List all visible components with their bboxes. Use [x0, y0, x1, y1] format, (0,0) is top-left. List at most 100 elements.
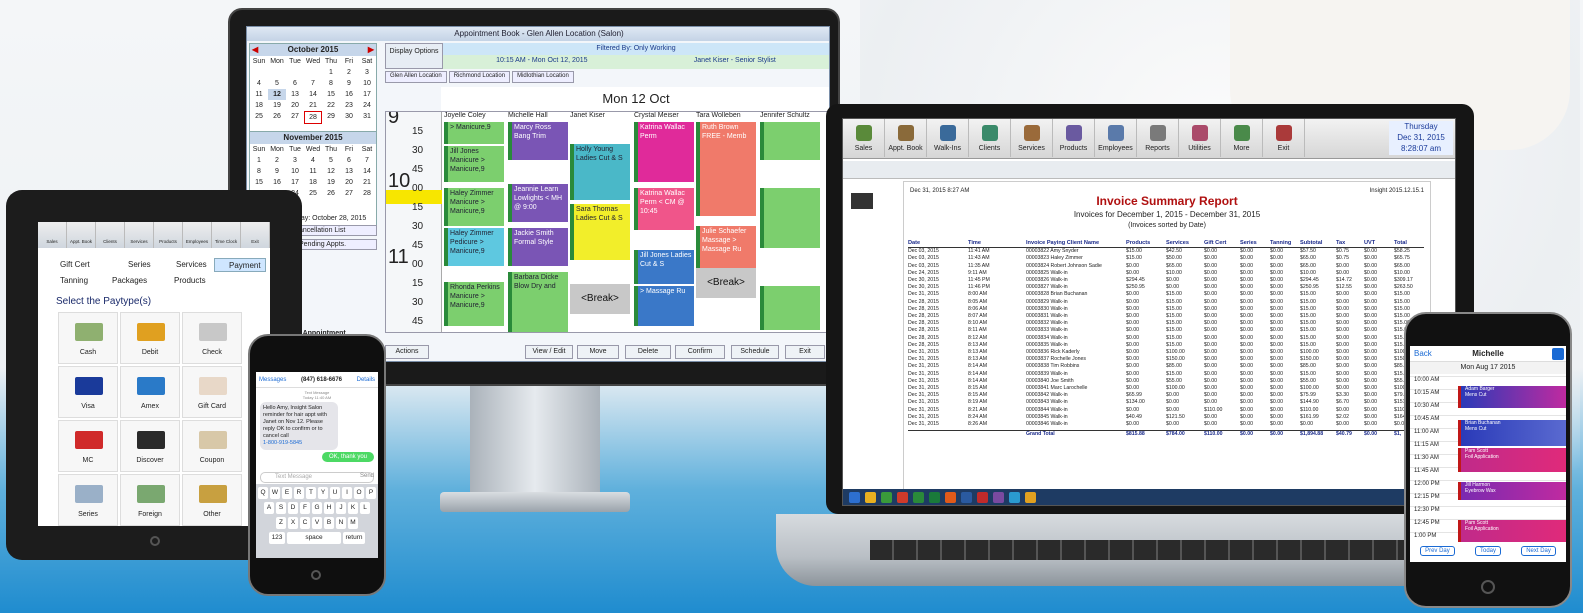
taskbar-app-icon[interactable] [1025, 492, 1036, 503]
keyboard-key[interactable]: E [282, 487, 292, 499]
toolbar-button[interactable]: Walk-Ins [927, 119, 969, 157]
calendar-day[interactable]: 14 [304, 89, 322, 100]
keyboard-key[interactable]: R [294, 487, 304, 499]
appointment-block[interactable]: Haley Zimmer Pedicure > Manicure,9 [444, 228, 504, 266]
appointment-block[interactable] [760, 286, 820, 330]
calendar-day[interactable]: 31 [358, 111, 376, 124]
appointment-block[interactable]: > Manicure,9 [444, 122, 504, 144]
appointment-block[interactable]: Katrina Wallac Perm < CM @ 10:45 [634, 188, 694, 230]
tablet-toolbar-button[interactable]: Appt. Book [67, 222, 96, 248]
appointment-block[interactable]: Jackie Smith Formal Style [508, 228, 568, 266]
keyboard-key[interactable]: Q [258, 487, 268, 499]
payment-tab[interactable]: Series [114, 258, 151, 272]
appointment-block[interactable]: > Massage Ru [634, 286, 694, 326]
calendar-day[interactable] [250, 67, 268, 78]
appointment-block[interactable]: Marcy Ross Bang Trim [508, 122, 568, 160]
keyboard-key[interactable]: Y [318, 487, 328, 499]
keyboard-key[interactable]: D [288, 502, 298, 514]
paytype-button[interactable]: Foreign [120, 474, 180, 526]
payment-tab[interactable]: Products [160, 274, 206, 288]
taskbar-app-icon[interactable] [961, 492, 972, 503]
break-block[interactable]: <Break> [570, 284, 630, 314]
location-tab[interactable]: Glen Allen Location [385, 71, 447, 83]
mobile-appointment[interactable]: Adam Barger Mens Cut [1458, 386, 1566, 408]
calendar-day[interactable]: 6 [286, 78, 304, 89]
tablet-toolbar-button[interactable]: Employees [183, 222, 212, 248]
taskbar-app-icon[interactable] [945, 492, 956, 503]
appointment-block[interactable]: Jill Jones Ladies Cut & S [634, 250, 694, 284]
keyboard-key[interactable]: B [324, 517, 334, 529]
toolbar-button[interactable]: More [1221, 119, 1263, 157]
calendar-day[interactable]: 19 [268, 100, 286, 111]
paytype-button[interactable]: Amex [120, 366, 180, 418]
calendar-day[interactable] [304, 67, 322, 78]
toolbar-button[interactable]: Utilities [1179, 119, 1221, 157]
calendar-day[interactable]: 27 [340, 188, 358, 199]
calendar-day[interactable]: 21 [304, 100, 322, 111]
keyboard-key[interactable]: G [312, 502, 322, 514]
paytype-button[interactable]: MC [58, 420, 118, 472]
toolbar-button[interactable]: Exit [1263, 119, 1305, 157]
payment-tab[interactable]: Payment [214, 258, 266, 272]
taskbar-app-icon[interactable] [1009, 492, 1020, 503]
keyboard-key[interactable]: O [354, 487, 364, 499]
keyboard-key[interactable]: C [300, 517, 310, 529]
payment-tab[interactable]: Packages [98, 274, 147, 288]
calendar-day[interactable]: 5 [322, 155, 340, 166]
paytype-button[interactable]: Series [58, 474, 118, 526]
calendar-day[interactable]: 25 [304, 188, 322, 199]
calendar-day[interactable]: 9 [340, 78, 358, 89]
calendar-day[interactable]: 3 [286, 155, 304, 166]
action-button[interactable]: Confirm [675, 345, 725, 359]
toolbar-button[interactable]: Services [1011, 119, 1053, 157]
calendar-day[interactable]: 20 [286, 100, 304, 111]
calendar-day[interactable]: 12 [322, 166, 340, 177]
calendar-day[interactable]: 29 [322, 111, 340, 124]
calendar-day[interactable]: 13 [340, 166, 358, 177]
keyboard-key[interactable]: T [306, 487, 316, 499]
calendar-day[interactable]: 4 [250, 78, 268, 89]
keyboard-key[interactable]: I [342, 487, 352, 499]
appointment-block[interactable]: Jill Jones Manicure > Manicure,9 [444, 146, 504, 182]
action-button[interactable]: Exit [785, 345, 825, 359]
calendar-day[interactable] [340, 199, 358, 210]
cancellation-list-button[interactable]: ancellation List [297, 225, 377, 236]
calendar-day[interactable]: 10 [286, 166, 304, 177]
calendar-day[interactable]: 3 [358, 67, 376, 78]
action-button[interactable]: Delete [625, 345, 671, 359]
display-options-button[interactable]: Display Options [385, 43, 443, 69]
toolbar-button[interactable]: Employees [1095, 119, 1137, 157]
day-nav-button[interactable]: Today [1474, 546, 1501, 556]
page-thumbnail[interactable] [851, 193, 873, 209]
calendar-day[interactable]: 25 [250, 111, 268, 124]
calendar-day[interactable]: 15 [322, 89, 340, 100]
toolbar-button[interactable]: Reports [1137, 119, 1179, 157]
keyboard-key[interactable]: N [336, 517, 346, 529]
appointment-block[interactable] [760, 122, 820, 160]
appointment-block[interactable]: Rhonda Perkins Manicure > Manicure,9 [444, 282, 504, 326]
next-month-icon[interactable]: ▶ [368, 44, 374, 56]
calendar-day[interactable]: 11 [250, 89, 268, 100]
calendar-day[interactable]: 17 [286, 177, 304, 188]
calendar-day[interactable]: 21 [358, 177, 376, 188]
mobile-appointment[interactable]: Pam Scott Foil Application [1458, 520, 1566, 542]
calendar-day[interactable]: 30 [340, 111, 358, 124]
keyboard-key[interactable]: W [270, 487, 280, 499]
taskbar-app-icon[interactable] [977, 492, 988, 503]
appointment-block[interactable]: Sara Thomas Ladies Cut & S [570, 204, 630, 260]
calendar-day[interactable] [268, 67, 286, 78]
mobile-appointment[interactable]: Brian Buchanan Mens Cut [1458, 420, 1566, 446]
paytype-button[interactable]: Other [182, 474, 242, 526]
mobile-appointment[interactable]: Jill Harmon Eyebrow Wax [1458, 482, 1566, 500]
mobile-appointment[interactable]: Pam Scott Foil Application [1458, 448, 1566, 472]
keyboard-key[interactable]: F [300, 502, 310, 514]
toolbar-button[interactable]: Sales [843, 119, 885, 157]
keyboard-key[interactable]: M [348, 517, 358, 529]
paytype-button[interactable]: Check [182, 312, 242, 364]
home-button-icon[interactable] [311, 570, 321, 580]
time-slot[interactable]: 12:30 PM [1410, 506, 1566, 518]
numbers-key[interactable]: 123 [269, 532, 285, 544]
calendar-day[interactable]: 26 [268, 111, 286, 124]
keyboard-key[interactable]: S [276, 502, 286, 514]
calendar-day[interactable]: 14 [358, 166, 376, 177]
